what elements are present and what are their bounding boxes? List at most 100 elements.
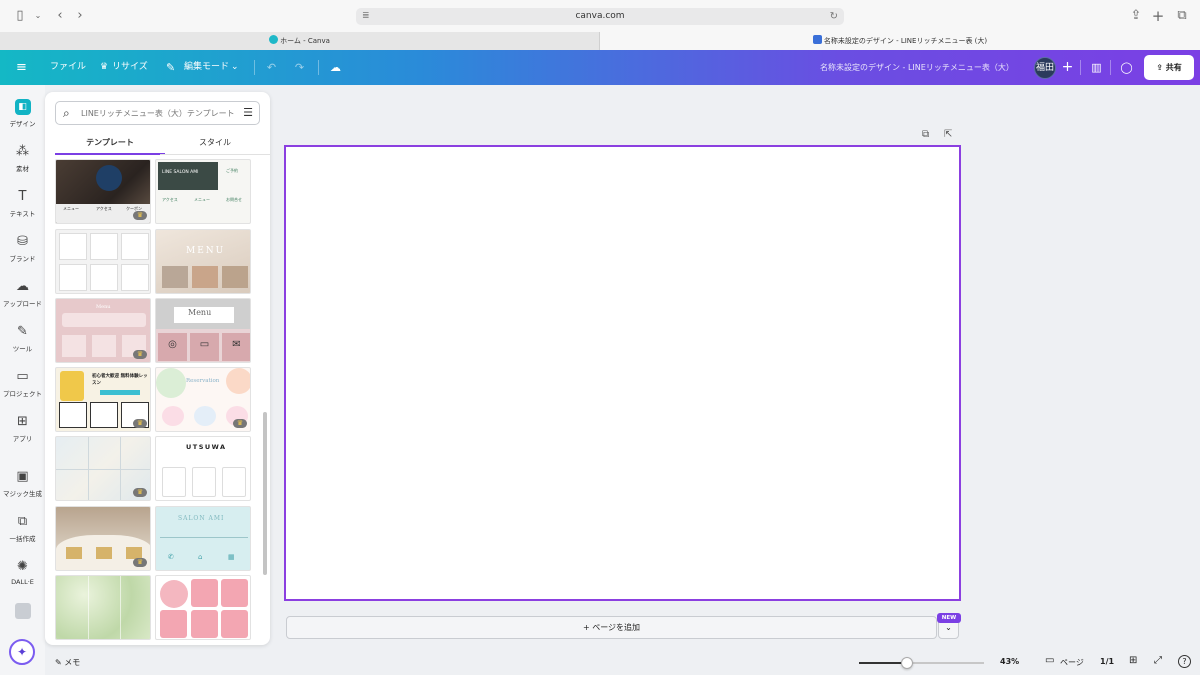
template-watercolor — [156, 368, 186, 398]
rail-item-magic-media[interactable]: ▣ マジック生成 — [0, 469, 45, 498]
pages-label[interactable]: ページ — [1060, 657, 1084, 668]
rail-item-tools[interactable]: ✎ ツール — [0, 324, 45, 353]
grid-view-icon[interactable]: ⊞ — [1129, 655, 1137, 666]
template-tile — [162, 467, 186, 497]
invite-plus-icon[interactable]: + — [1056, 56, 1079, 79]
template-card[interactable] — [55, 575, 151, 640]
address-bar[interactable]: ≣ canva.com ↻ — [356, 8, 844, 25]
add-page-button[interactable]: + ページを追加 — [286, 616, 937, 639]
rail-item-upload[interactable]: ☁ アップロード — [0, 279, 45, 308]
panel-scrollbar[interactable] — [263, 412, 267, 575]
tab-templates[interactable]: テンプレート — [55, 135, 165, 155]
template-card[interactable] — [155, 575, 251, 640]
fullscreen-icon[interactable]: ⤢ — [1154, 655, 1162, 666]
rail-label: マジック生成 — [3, 490, 42, 498]
template-tile — [121, 264, 149, 291]
help-icon[interactable]: ? — [1178, 655, 1191, 668]
filter-icon[interactable]: ☰ — [243, 106, 253, 119]
template-illustration — [60, 371, 84, 401]
rail-item-bulk-create[interactable]: ⧉ 一括作成 — [0, 514, 45, 543]
template-tile-label: メニュー — [63, 206, 79, 211]
template-card[interactable]: MENU — [155, 229, 251, 294]
rail-item-dalle[interactable]: ✺ DALL·E — [0, 559, 45, 586]
design-page[interactable] — [284, 145, 961, 601]
tab-overview-icon[interactable]: ⧉ — [1174, 8, 1190, 24]
rail-item-apps[interactable]: ⊞ アプリ — [0, 414, 45, 443]
template-card[interactable]: SALON AMI ✆ ⌂ ▦ — [155, 506, 251, 571]
zoom-slider[interactable] — [859, 657, 984, 669]
insights-chart-icon[interactable]: ▥ — [1085, 56, 1108, 79]
browser-tabs: ホーム - Canva 名称未設定のデザイン - LINEリッチメニュー表 (大… — [0, 32, 1200, 50]
template-tile — [62, 335, 86, 357]
upload-icon: ☁ — [16, 279, 29, 294]
chevron-down-icon[interactable]: ⌄ — [231, 50, 239, 85]
template-card[interactable]: 初心者大歓迎 無料体験レッスン ♛ — [55, 367, 151, 432]
rail-item-brand[interactable]: ⛁ ブランド — [0, 234, 45, 263]
chevron-down-icon[interactable]: ⌄ — [30, 8, 46, 24]
rail-item-text[interactable]: T テキスト — [0, 189, 45, 218]
pages-icon[interactable]: ▭ — [1045, 655, 1054, 666]
template-tile — [92, 335, 116, 357]
edit-mode-dropdown[interactable]: 編集モード — [184, 50, 229, 85]
share-label: 共有 — [1165, 63, 1182, 72]
rail-item-projects[interactable]: ▭ プロジェクト — [0, 369, 45, 398]
avatar[interactable]: 福田 — [1034, 57, 1056, 79]
back-icon[interactable]: ‹ — [52, 8, 68, 24]
comment-icon[interactable]: ◯ — [1115, 56, 1138, 79]
template-card[interactable]: ♛ — [55, 506, 151, 571]
template-card[interactable]: ♛ — [55, 436, 151, 501]
template-tile — [192, 467, 216, 497]
share-button[interactable]: ⇪ 共有 — [1144, 55, 1194, 80]
browser-tab-home[interactable]: ホーム - Canva — [0, 32, 600, 50]
template-divider — [120, 576, 121, 639]
header-divider — [1080, 60, 1081, 75]
new-tab-icon[interactable]: + — [1150, 8, 1166, 24]
premium-crown-icon: ♛ — [133, 488, 147, 497]
notes-button[interactable]: ✎ メモ — [55, 657, 80, 668]
image-app-icon — [14, 603, 31, 619]
template-tile — [221, 610, 248, 638]
sidebar-toggle-icon[interactable]: ▯ — [12, 8, 28, 24]
editor-header: ≡ ファイル ♛ リサイズ ✎ 編集モード ⌄ ↶ ↷ ☁ 名称未設定のデザイン… — [0, 50, 1200, 85]
template-tile — [191, 579, 218, 607]
document-title[interactable]: 名称未設定のデザイン - LINEリッチメニュー表（大） — [820, 50, 1014, 85]
template-card[interactable]: Reservation ♛ — [155, 367, 251, 432]
template-card[interactable]: メニュー アクセス クーポン ♛ — [55, 159, 151, 224]
search-box[interactable]: ⌕ ☰ — [55, 101, 260, 125]
browser-tab-design[interactable]: 名称未設定のデザイン - LINEリッチメニュー表 (大) — [600, 32, 1200, 50]
reload-icon[interactable]: ↻ — [830, 8, 838, 25]
rail-label: アップロード — [3, 300, 42, 308]
forward-icon[interactable]: › — [72, 8, 88, 24]
template-card[interactable]: Menu ♛ — [55, 298, 151, 363]
resize-button[interactable]: リサイズ — [112, 50, 148, 85]
template-tile — [66, 547, 82, 559]
duplicate-page-icon[interactable]: ⧉ — [922, 129, 929, 140]
premium-crown-icon: ♛ — [233, 419, 247, 428]
undo-icon[interactable]: ↶ — [260, 56, 283, 79]
rail-item-design[interactable]: ◧ デザイン — [0, 99, 45, 128]
template-card[interactable] — [55, 229, 151, 294]
share-sheet-icon[interactable]: ⇪ — [1128, 8, 1144, 24]
search-input[interactable] — [81, 106, 241, 121]
zoom-level[interactable]: 43% — [1000, 657, 1019, 666]
tab-styles[interactable]: スタイル — [160, 135, 270, 155]
template-card[interactable]: LINE SALON AMI ご予約 アクセス メニュー お問合せ — [155, 159, 251, 224]
calendar-icon: ▦ — [228, 553, 235, 561]
rail-item-extra-app[interactable] — [0, 603, 45, 619]
url-text: canva.com — [575, 11, 625, 21]
template-title: SALON AMI — [178, 515, 225, 522]
rail-item-elements[interactable]: ⁂ 素材 — [0, 144, 45, 173]
template-card[interactable]: Menu ◎ ▭ ✉ — [155, 298, 251, 363]
menu-icon[interactable]: ≡ — [10, 56, 33, 79]
file-menu[interactable]: ファイル — [50, 50, 86, 85]
zoom-slider-handle[interactable] — [900, 657, 913, 669]
bulk-create-icon: ⧉ — [17, 514, 28, 529]
template-tile — [59, 233, 87, 260]
notes-label: メモ — [64, 658, 81, 667]
add-page-icon[interactable]: ⇱ — [944, 129, 952, 140]
redo-icon[interactable]: ↷ — [288, 56, 311, 79]
template-card[interactable]: UTSUWA — [155, 436, 251, 501]
page-settings-icon[interactable]: ≣ — [362, 8, 370, 25]
cloud-save-icon[interactable]: ☁ — [324, 56, 347, 79]
template-title: MENU — [186, 246, 226, 256]
